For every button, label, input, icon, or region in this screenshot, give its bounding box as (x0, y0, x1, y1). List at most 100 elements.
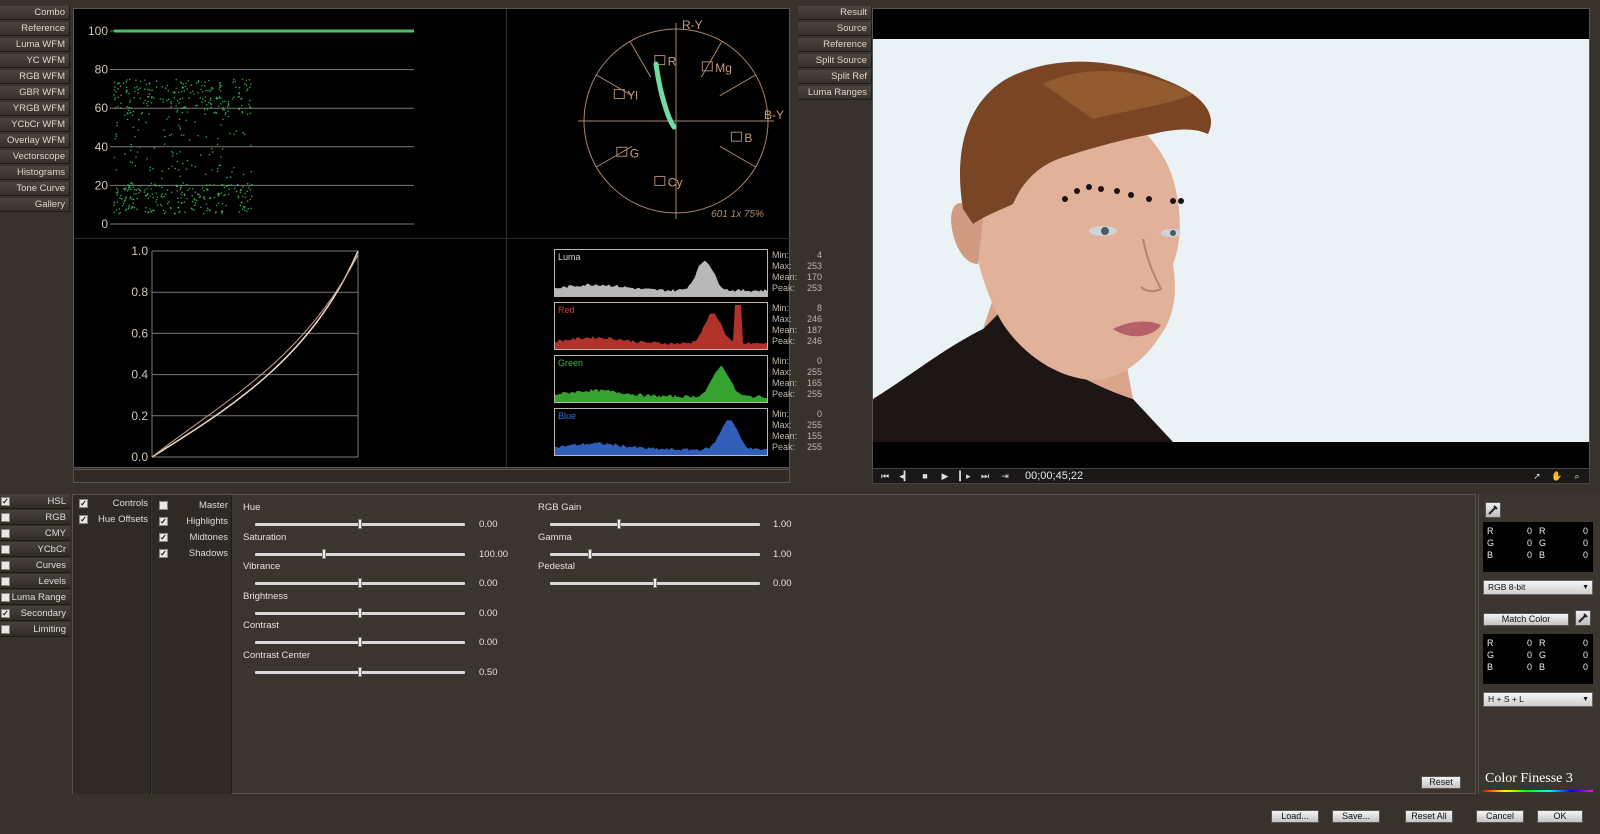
slider-thumb[interactable] (617, 519, 622, 529)
slider-thumb[interactable] (358, 637, 362, 647)
loop-button[interactable]: ⇥ (997, 470, 1013, 482)
color-mode-dropdown[interactable]: RGB 8-bit ▼ (1483, 580, 1593, 595)
category-levels[interactable]: Levels (0, 574, 70, 589)
match-color-button[interactable]: Match Color (1483, 613, 1569, 626)
scope-mode-button[interactable]: YRGB WFM (0, 102, 70, 116)
tonal-range-checkbox[interactable]: ✓ (159, 549, 168, 558)
zoom-tool-icon[interactable]: ⌕ (1569, 470, 1585, 482)
view-mode-button[interactable]: Source (798, 22, 872, 36)
waveform-sample (221, 148, 224, 150)
waveform-sample (180, 202, 183, 204)
scope-mode-button[interactable]: Reference (0, 22, 70, 36)
reset-button[interactable]: Reset (1421, 776, 1461, 789)
scope-mode-button[interactable]: YC WFM (0, 54, 70, 68)
scope-mode-button[interactable]: Overlay WFM (0, 134, 70, 148)
step-forward-button[interactable]: ▎▸ (957, 470, 973, 482)
tonal-range-checkbox[interactable] (159, 501, 168, 510)
step-back-button[interactable]: ◂▎ (897, 470, 913, 482)
b-label: B (1487, 662, 1494, 672)
view-mode-button[interactable]: Luma Ranges (798, 86, 872, 100)
waveform-sample (179, 151, 181, 153)
view-mode-button[interactable]: Result (798, 6, 872, 20)
slider-track[interactable] (550, 552, 760, 556)
slider-thumb[interactable] (358, 607, 362, 618)
category-checkbox[interactable] (1, 577, 10, 586)
waveform-sample (243, 133, 246, 136)
sub-tab-checkbox[interactable]: ✓ (79, 515, 88, 524)
category-checkbox[interactable]: ✓ (1, 497, 10, 506)
category-limiting[interactable]: Limiting (0, 622, 70, 637)
scope-mode-button[interactable]: Vectorscope (0, 150, 70, 164)
category-checkbox[interactable]: ✓ (1, 609, 10, 618)
eyedropper-icon[interactable] (1575, 610, 1591, 626)
view-mode-button[interactable]: Reference (798, 38, 872, 52)
waveform-sample (220, 85, 223, 87)
slider-track[interactable] (255, 552, 465, 556)
hand-tool-icon[interactable]: ✋ (1549, 470, 1565, 482)
view-mode-button[interactable]: Split Ref (798, 70, 872, 84)
slider-thumb[interactable] (653, 578, 657, 588)
category-checkbox[interactable] (1, 625, 10, 634)
pointer-tool-icon[interactable]: ➚ (1529, 470, 1545, 482)
waveform-sample (209, 209, 211, 212)
scope-mode-button[interactable]: YCbCr WFM (0, 118, 70, 132)
scope-mode-button[interactable]: Tone Curve (0, 182, 70, 196)
waveform-sample (233, 187, 236, 190)
slider-track[interactable] (550, 523, 760, 526)
tonal-range-shadows[interactable]: Shadows (168, 546, 228, 561)
scope-mode-button[interactable]: Gallery (0, 198, 70, 212)
waveform-sample (240, 104, 243, 107)
scope-mode-button[interactable]: Luma WFM (0, 38, 70, 52)
category-luma-range[interactable]: Luma Range (0, 590, 70, 605)
slider-thumb[interactable] (358, 519, 362, 529)
category-checkbox[interactable] (1, 561, 10, 570)
category-rgb[interactable]: RGB (0, 510, 70, 525)
tonal-range-master[interactable]: Master (168, 498, 228, 513)
waveform-sample (117, 105, 119, 108)
match-method-dropdown[interactable]: H + S + L ▼ (1483, 692, 1593, 707)
play-button[interactable]: ▶ (937, 470, 953, 482)
slider-thumb[interactable] (587, 548, 592, 559)
category-checkbox[interactable] (1, 545, 10, 554)
scope-scrollbar[interactable] (73, 469, 790, 483)
waveform-sample (233, 78, 235, 81)
category-ycbcr[interactable]: YCbCr (0, 542, 70, 557)
stat-label: Peak: (772, 336, 796, 346)
category-secondary[interactable]: Secondary (0, 606, 70, 621)
category-checkbox[interactable] (1, 513, 10, 522)
waveform-sample (117, 87, 119, 90)
view-mode-button[interactable]: Split Source (798, 54, 872, 68)
scope-mode-button[interactable]: GBR WFM (0, 86, 70, 100)
category-checkbox[interactable] (1, 529, 10, 538)
cancel-button[interactable]: Cancel (1476, 810, 1524, 823)
category-cmy[interactable]: CMY (0, 526, 70, 541)
scope-mode-button[interactable]: Histograms (0, 166, 70, 180)
tonal-range-highlights[interactable]: Highlights (168, 514, 228, 529)
category-checkbox[interactable] (1, 593, 10, 602)
go-to-end-button[interactable]: ⏭ (977, 470, 993, 482)
tonal-range-midtones[interactable]: Midtones (168, 530, 228, 545)
scope-mode-button[interactable]: RGB WFM (0, 70, 70, 84)
load-button[interactable]: Load... (1271, 810, 1319, 823)
stop-button[interactable]: ■ (917, 470, 933, 482)
category-curves[interactable]: Curves (0, 558, 70, 573)
slider-thumb[interactable] (322, 548, 327, 559)
category-hsl[interactable]: HSL (0, 494, 70, 509)
waveform-sample (199, 196, 201, 199)
scope-mode-button[interactable]: Combo (0, 6, 70, 20)
tonal-range-checkbox[interactable]: ✓ (159, 533, 168, 542)
eyedropper-icon[interactable] (1485, 502, 1501, 518)
sub-tab-checkbox[interactable]: ✓ (79, 499, 88, 508)
save-button[interactable]: Save... (1332, 810, 1380, 823)
sub-tab-hue-offsets[interactable]: Hue Offsets (88, 512, 148, 527)
slider-thumb[interactable] (358, 666, 362, 677)
tonal-range-checkbox[interactable]: ✓ (159, 517, 168, 526)
sub-tab-controls[interactable]: Controls (88, 496, 148, 511)
waveform-sample (136, 151, 139, 153)
go-to-start-button[interactable]: ⏮ (877, 470, 893, 482)
waveform-sample (177, 206, 179, 209)
reset-all-button[interactable]: Reset All (1405, 810, 1453, 823)
ok-button[interactable]: OK (1537, 810, 1583, 823)
waveform-sample (180, 185, 183, 187)
slider-thumb[interactable] (358, 578, 362, 588)
